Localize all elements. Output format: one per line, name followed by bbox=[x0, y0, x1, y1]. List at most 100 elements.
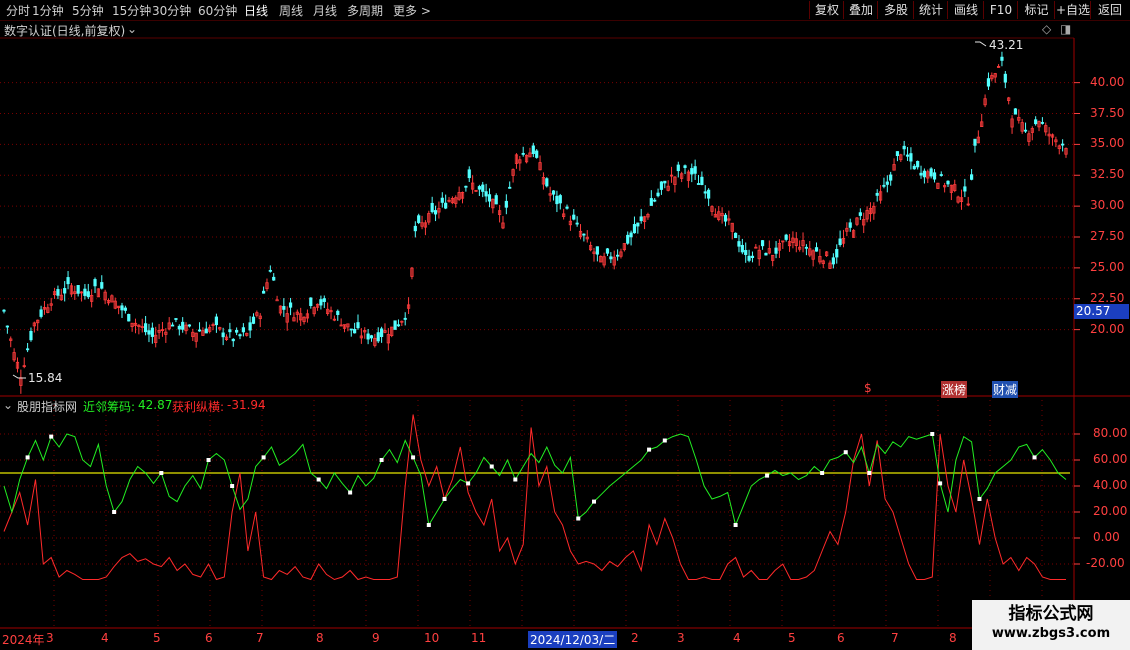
indicator-marker bbox=[843, 450, 848, 455]
candle-body bbox=[636, 222, 640, 227]
candle-body bbox=[946, 180, 950, 185]
chart-area[interactable] bbox=[0, 0, 1130, 650]
indicator-tick-label: 80.00 bbox=[1093, 426, 1128, 440]
price-tick-label: 30.00 bbox=[1090, 198, 1125, 213]
chevron-down-icon[interactable]: ⌄ bbox=[127, 22, 137, 36]
candle-body bbox=[204, 328, 208, 334]
candle-body bbox=[656, 192, 660, 197]
candle-body bbox=[919, 172, 923, 176]
candle-body bbox=[504, 200, 508, 208]
candle-body bbox=[369, 335, 374, 339]
indicator-tick-label: -20.00 bbox=[1086, 556, 1125, 570]
candle-body bbox=[973, 138, 977, 146]
candle-body bbox=[120, 305, 124, 311]
indicator-chevron-icon[interactable]: ⌄ bbox=[3, 398, 13, 412]
candle-body bbox=[912, 165, 916, 170]
indicator-tick-label: 60.00 bbox=[1093, 452, 1128, 466]
indicator-marker bbox=[411, 455, 416, 460]
candle-body bbox=[413, 225, 417, 232]
candle-body bbox=[676, 164, 680, 172]
candle-body bbox=[922, 170, 927, 178]
candle-body bbox=[231, 338, 235, 342]
candle-body bbox=[916, 161, 920, 168]
finance-marker[interactable]: 财减 bbox=[992, 381, 1019, 398]
indicator-line-1 bbox=[3, 433, 1067, 527]
candle-body bbox=[393, 320, 397, 330]
candle-body bbox=[86, 291, 90, 298]
candle-body bbox=[707, 189, 711, 199]
candle-body bbox=[403, 317, 407, 320]
candle-body bbox=[268, 269, 272, 272]
indicator-marker bbox=[112, 510, 117, 514]
candle-body bbox=[197, 329, 202, 332]
candle-body bbox=[508, 186, 512, 189]
candle-body bbox=[319, 299, 323, 306]
indicator-marker bbox=[348, 490, 353, 495]
indicator-marker bbox=[592, 499, 596, 504]
candle-body bbox=[484, 191, 488, 197]
candle-body bbox=[170, 324, 175, 327]
time-axis-label: 7 bbox=[256, 631, 264, 645]
price-tick-label: 27.50 bbox=[1090, 229, 1125, 243]
time-axis-label: 9 bbox=[372, 631, 380, 645]
indicator-marker bbox=[230, 484, 235, 488]
candle-body bbox=[1023, 129, 1028, 132]
candle-body bbox=[221, 332, 225, 338]
candle-body bbox=[288, 302, 293, 308]
candle-body bbox=[83, 288, 87, 296]
candle-body bbox=[187, 324, 192, 327]
indicator-marker bbox=[489, 464, 494, 469]
candle-body bbox=[895, 151, 900, 157]
candle-body bbox=[251, 316, 256, 324]
diamond-icon[interactable]: ◇ bbox=[1042, 22, 1051, 36]
candle-body bbox=[214, 316, 218, 326]
candle-body bbox=[235, 329, 239, 333]
time-axis-label: 11 bbox=[471, 631, 487, 645]
candle-body bbox=[444, 202, 448, 209]
indicator-line1-label: 近邻筹码: bbox=[83, 400, 136, 414]
candlestick-series bbox=[2, 41, 1068, 394]
candle-body bbox=[885, 181, 889, 185]
dollar-marker-icon[interactable]: $ bbox=[864, 381, 872, 395]
indicator-marker bbox=[867, 471, 872, 475]
candle-body bbox=[309, 297, 313, 307]
candle-body bbox=[639, 216, 643, 222]
candle-body bbox=[889, 174, 893, 181]
time-axis-label: 4 bbox=[101, 631, 109, 645]
candle-body bbox=[349, 328, 353, 331]
candle-body bbox=[744, 250, 748, 255]
candle-body bbox=[693, 166, 697, 174]
candle-body bbox=[703, 191, 707, 194]
time-axis-label: 7 bbox=[891, 631, 899, 645]
candle-body bbox=[238, 334, 242, 337]
candle-body bbox=[909, 153, 913, 162]
indicator-marker bbox=[938, 481, 943, 486]
candle-body bbox=[440, 197, 444, 203]
indicator-marker bbox=[662, 438, 667, 443]
indicator-marker bbox=[576, 516, 581, 521]
candle-body bbox=[902, 145, 906, 150]
indicator-name: 股朋指标网 bbox=[17, 400, 78, 414]
candle-body bbox=[396, 324, 401, 327]
candle-body bbox=[555, 195, 559, 205]
candle-body bbox=[353, 329, 357, 334]
candle-body bbox=[29, 330, 33, 341]
candle-body bbox=[356, 322, 360, 329]
candle-body bbox=[696, 183, 701, 185]
watermark-logo: 指标公式网 www.zbgs3.com bbox=[972, 600, 1130, 650]
indicator-marker bbox=[379, 458, 384, 462]
candle-body bbox=[659, 181, 664, 190]
candle-body bbox=[282, 306, 286, 310]
candle-body bbox=[241, 327, 245, 333]
candle-body bbox=[882, 184, 886, 187]
candle-body bbox=[626, 234, 630, 244]
time-axis-label: 2024年 bbox=[2, 633, 45, 647]
candle-body bbox=[858, 212, 862, 216]
time-axis-label: 3 bbox=[677, 631, 685, 645]
indicator-line1-value: 42.87 bbox=[138, 398, 173, 412]
candle-body bbox=[558, 195, 562, 204]
limit-board-marker[interactable]: 涨榜 bbox=[941, 381, 968, 398]
price-tick-label: 20.00 bbox=[1090, 321, 1125, 336]
panel-toggle-icon[interactable]: ◨ bbox=[1060, 22, 1071, 36]
indicator-marker bbox=[513, 477, 518, 482]
